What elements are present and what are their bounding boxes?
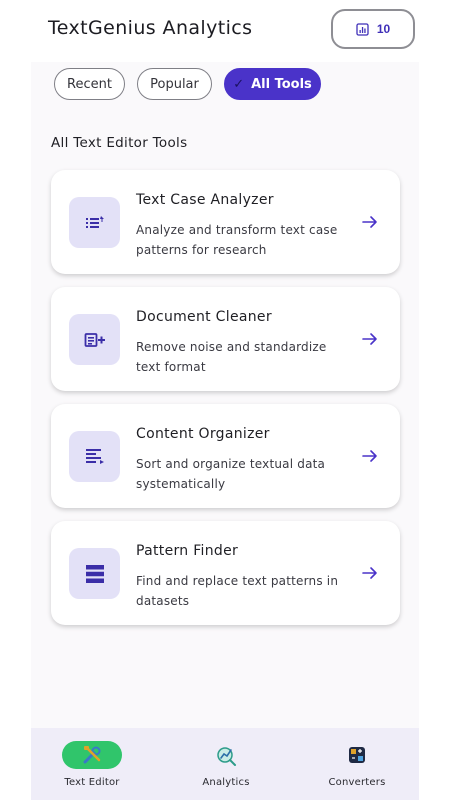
converter-icon bbox=[349, 747, 365, 763]
filter-chip-popular[interactable]: Popular bbox=[137, 68, 212, 100]
filter-chip-label: All Tools bbox=[251, 76, 312, 92]
nav-item-text-editor[interactable]: Text Editor bbox=[37, 728, 147, 800]
analytics-count-button[interactable]: 10 bbox=[331, 9, 415, 49]
tools-icon bbox=[83, 746, 101, 764]
nav-icon-pill bbox=[196, 741, 256, 769]
tool-name: Text Case Analyzer bbox=[136, 192, 274, 208]
filter-chip-all-tools[interactable]: ✓ All Tools bbox=[224, 68, 321, 100]
check-icon: ✓ bbox=[233, 76, 245, 92]
document-add-icon bbox=[84, 332, 105, 347]
nav-item-analytics[interactable]: Analytics bbox=[171, 728, 281, 800]
tool-card-document-cleaner[interactable]: Document Cleaner Remove noise and standa… bbox=[51, 287, 400, 391]
filter-chip-recent[interactable]: Recent bbox=[54, 68, 125, 100]
arrow-right-icon[interactable] bbox=[361, 564, 379, 582]
tool-description: Find and replace text patterns in datase… bbox=[136, 574, 339, 608]
tool-description: Remove noise and standardize text format bbox=[136, 340, 327, 374]
nav-label: Converters bbox=[328, 777, 386, 788]
arrow-right-icon[interactable] bbox=[361, 330, 379, 348]
nav-label: Analytics bbox=[202, 777, 250, 788]
nav-label: Text Editor bbox=[64, 777, 120, 788]
tool-icon-tile bbox=[69, 548, 120, 599]
main-content: Recent Popular ✓ All Tools All Text Edit… bbox=[31, 62, 419, 728]
app-title: TextGenius Analytics bbox=[48, 17, 253, 39]
align-lines-icon bbox=[85, 448, 104, 464]
tool-name: Content Organizer bbox=[136, 426, 270, 442]
tool-icon-tile bbox=[69, 431, 120, 482]
bottom-navigation: Text Editor Analytics Converters bbox=[31, 728, 419, 800]
tool-icon-tile bbox=[69, 314, 120, 365]
tool-card-pattern-finder[interactable]: Pattern Finder Find and replace text pat… bbox=[51, 521, 400, 625]
tool-card-content-organizer[interactable]: Content Organizer Sort and organize text… bbox=[51, 404, 400, 508]
arrow-right-icon[interactable] bbox=[361, 213, 379, 231]
tool-description: Sort and organize textual data systemati… bbox=[136, 457, 326, 491]
analytics-icon bbox=[217, 747, 236, 766]
chart-icon bbox=[356, 22, 369, 36]
filter-chips: Recent Popular ✓ All Tools bbox=[54, 68, 321, 100]
section-title: All Text Editor Tools bbox=[51, 135, 188, 151]
app-header: TextGenius Analytics 10 bbox=[0, 0, 450, 62]
arrow-right-icon[interactable] bbox=[361, 447, 379, 465]
tool-card-text-case-analyzer[interactable]: Text Case Analyzer Analyze and transform… bbox=[51, 170, 400, 274]
filter-chip-label: Recent bbox=[67, 76, 112, 92]
filter-chip-label: Popular bbox=[150, 76, 199, 92]
nav-icon-pill bbox=[327, 741, 387, 769]
stacked-bars-icon bbox=[85, 564, 104, 583]
tool-description: Analyze and transform text case patterns… bbox=[136, 223, 338, 257]
count-badge: 10 bbox=[376, 22, 391, 36]
nav-icon-pill bbox=[62, 741, 122, 769]
nav-item-converters[interactable]: Converters bbox=[302, 728, 412, 800]
tool-icon-tile bbox=[69, 197, 120, 248]
tool-name: Document Cleaner bbox=[136, 309, 272, 325]
tool-name: Pattern Finder bbox=[136, 543, 239, 559]
sort-list-icon bbox=[85, 215, 104, 228]
